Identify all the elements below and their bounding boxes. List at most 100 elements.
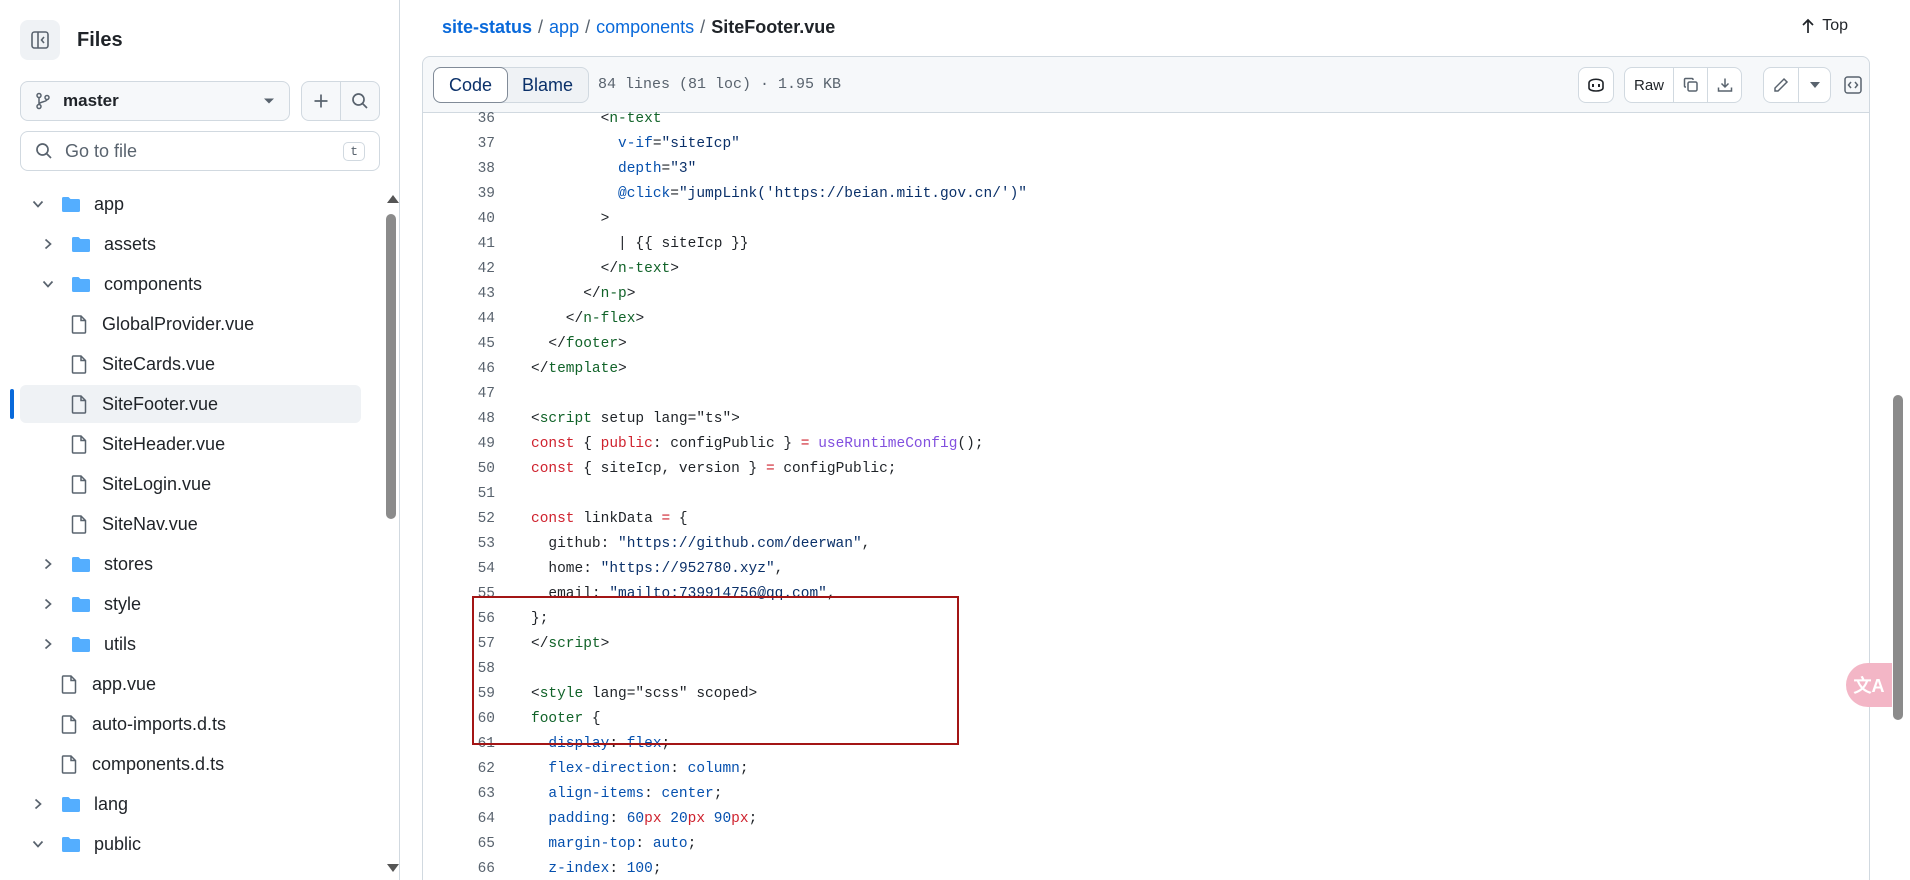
chevron-right-icon[interactable] xyxy=(38,554,58,574)
chevron-down-icon[interactable] xyxy=(28,194,48,214)
line-number[interactable]: 44 xyxy=(423,311,495,327)
line-number[interactable]: 40 xyxy=(423,211,495,227)
sidebar-scrollbar[interactable] xyxy=(384,192,399,875)
edit-file-button[interactable] xyxy=(1763,67,1799,103)
line-number[interactable]: 36 xyxy=(423,112,495,127)
raw-button[interactable]: Raw xyxy=(1624,67,1674,103)
chevron-down-icon[interactable] xyxy=(38,274,58,294)
tree-file-item[interactable]: auto-imports.d.ts xyxy=(20,705,361,743)
breadcrumb-repo-link[interactable]: site-status xyxy=(442,17,532,38)
tree-folder-item[interactable]: public xyxy=(20,825,361,863)
scroll-up-arrow[interactable] xyxy=(387,195,399,203)
line-content: github: "https://github.com/deerwan", xyxy=(531,536,870,552)
line-number[interactable]: 41 xyxy=(423,236,495,252)
folder-icon xyxy=(70,234,92,254)
tab-blame[interactable]: Blame xyxy=(507,68,588,102)
code-token: center xyxy=(661,785,714,802)
line-number[interactable]: 56 xyxy=(423,611,495,627)
line-number[interactable]: 38 xyxy=(423,161,495,177)
tree-file-item[interactable]: SiteLogin.vue xyxy=(20,465,361,503)
tree-file-item[interactable]: GlobalProvider.vue xyxy=(20,305,361,343)
line-content: </n-flex> xyxy=(531,311,644,327)
back-to-top-link[interactable]: Top xyxy=(1801,17,1848,35)
copy-raw-button[interactable] xyxy=(1673,67,1708,103)
code-token: </ xyxy=(531,260,619,277)
scroll-down-arrow[interactable] xyxy=(387,864,399,872)
line-number[interactable]: 52 xyxy=(423,511,495,527)
line-number[interactable]: 55 xyxy=(423,586,495,602)
code-token: : xyxy=(644,785,662,802)
git-branch-icon xyxy=(36,92,50,110)
chevron-down-icon[interactable] xyxy=(28,834,48,854)
more-edit-options-button[interactable] xyxy=(1798,67,1831,103)
page-scrollbar-thumb[interactable] xyxy=(1893,395,1903,720)
line-number[interactable]: 49 xyxy=(423,436,495,452)
line-number[interactable]: 48 xyxy=(423,411,495,427)
code-token: template xyxy=(548,360,619,377)
line-number[interactable]: 54 xyxy=(423,561,495,577)
chevron-right-icon[interactable] xyxy=(38,594,58,614)
chevron-right-icon[interactable] xyxy=(38,634,58,654)
file-icon xyxy=(58,714,80,734)
code-token: > xyxy=(618,360,627,377)
tree-folder-item[interactable]: components xyxy=(20,265,361,303)
code-token: const xyxy=(531,460,575,477)
line-number[interactable]: 59 xyxy=(423,686,495,702)
collapse-sidebar-button[interactable] xyxy=(20,20,60,60)
line-number[interactable]: 46 xyxy=(423,361,495,377)
chevron-right-icon[interactable] xyxy=(38,234,58,254)
symbols-panel-button[interactable] xyxy=(1841,67,1865,103)
file-icon xyxy=(68,314,90,334)
tree-folder-item[interactable]: app xyxy=(20,185,361,223)
code-token: > xyxy=(635,310,645,327)
go-to-file-placeholder: Go to file xyxy=(65,140,138,161)
line-number[interactable]: 42 xyxy=(423,261,495,277)
code-token: footer xyxy=(565,335,619,352)
go-to-file-input[interactable]: Go to file t xyxy=(20,131,380,171)
tree-folder-item[interactable]: utils xyxy=(20,625,361,663)
tree-folder-item[interactable]: stores xyxy=(20,545,361,583)
tree-folder-item[interactable]: assets xyxy=(20,225,361,263)
breadcrumb-components-link[interactable]: components xyxy=(596,17,694,38)
translate-button[interactable]: 文A xyxy=(1846,663,1892,707)
line-number[interactable]: 62 xyxy=(423,761,495,777)
line-number[interactable]: 43 xyxy=(423,286,495,302)
line-content: </template> xyxy=(531,361,627,377)
tree-folder-item[interactable]: style xyxy=(20,585,361,623)
line-number[interactable]: 51 xyxy=(423,486,495,502)
tree-file-item[interactable]: SiteHeader.vue xyxy=(20,425,361,463)
line-number[interactable]: 53 xyxy=(423,536,495,552)
add-file-button[interactable] xyxy=(301,81,341,121)
line-number[interactable]: 50 xyxy=(423,461,495,477)
tree-file-item[interactable]: SiteNav.vue xyxy=(20,505,361,543)
line-number[interactable]: 61 xyxy=(423,736,495,752)
line-number[interactable]: 58 xyxy=(423,661,495,677)
line-number[interactable]: 47 xyxy=(423,386,495,402)
tree-file-item[interactable]: SiteFooter.vue xyxy=(20,385,361,423)
line-number[interactable]: 37 xyxy=(423,136,495,152)
branch-selector[interactable]: master xyxy=(20,81,290,121)
code-line: 64 padding: 60px 20px 90px; xyxy=(423,806,1869,831)
line-number[interactable]: 65 xyxy=(423,836,495,852)
download-button[interactable] xyxy=(1707,67,1742,103)
tree-file-item[interactable]: app.vue xyxy=(20,665,361,703)
tree-file-item[interactable]: SiteCards.vue xyxy=(20,345,361,383)
tree-folder-item[interactable]: lang xyxy=(20,785,361,823)
line-number[interactable]: 57 xyxy=(423,636,495,652)
line-number[interactable]: 66 xyxy=(423,861,495,877)
code-viewer[interactable]: 36 <n-text 37 v-if="siteIcp" 38 depth="3" 3… xyxy=(422,112,1870,880)
chevron-right-icon[interactable] xyxy=(28,794,48,814)
breadcrumb-app-link[interactable]: app xyxy=(549,17,579,38)
copilot-button[interactable] xyxy=(1578,67,1614,103)
line-number[interactable]: 64 xyxy=(423,811,495,827)
line-number[interactable]: 39 xyxy=(423,186,495,202)
search-code-button[interactable] xyxy=(340,81,380,121)
folder-icon xyxy=(60,194,82,214)
tree-file-item[interactable]: components.d.ts xyxy=(20,745,361,783)
line-number[interactable]: 60 xyxy=(423,711,495,727)
scroll-thumb[interactable] xyxy=(386,214,396,519)
line-number[interactable]: 63 xyxy=(423,786,495,802)
tab-code[interactable]: Code xyxy=(433,67,509,103)
line-number[interactable]: 45 xyxy=(423,336,495,352)
code-token: useRuntimeConfig xyxy=(818,435,958,452)
